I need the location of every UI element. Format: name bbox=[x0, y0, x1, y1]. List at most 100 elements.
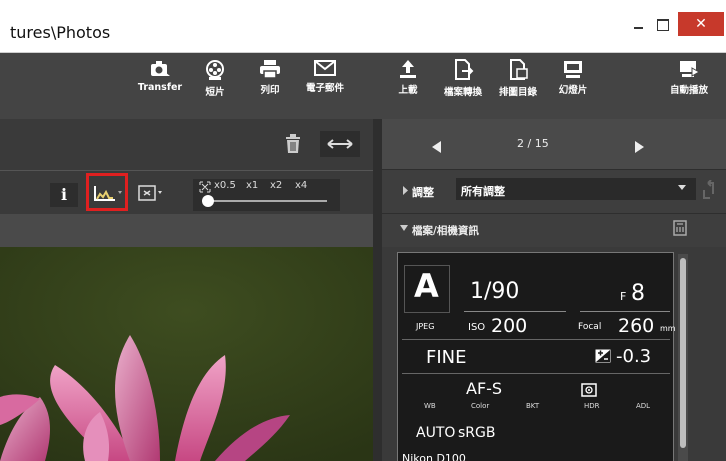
contact-sheet-button[interactable]: 排圖目錄 bbox=[492, 59, 544, 98]
viewer-toolbar-bottom: i x0.5 x1 x2 x4 bbox=[0, 170, 373, 214]
focal-label: Focal bbox=[578, 322, 602, 332]
upload-button[interactable]: 上載 bbox=[382, 59, 434, 96]
film-reel-icon bbox=[206, 60, 224, 80]
triangle-right-icon bbox=[635, 141, 644, 153]
lotus-flower-photo bbox=[0, 247, 373, 461]
autoplay-button[interactable]: 自動播放 bbox=[659, 59, 719, 96]
upload-label: 上載 bbox=[398, 85, 418, 96]
bkt-header: BKT bbox=[526, 402, 540, 410]
camera-info-display: A 1/90 F 8 JPEG ISO 200 Focal 260 mm FIN… bbox=[397, 252, 676, 461]
zoom-control: x0.5 x1 x2 x4 bbox=[193, 179, 340, 211]
adjust-dropdown-value: 所有調整 bbox=[461, 185, 505, 198]
triangle-collapse-icon bbox=[400, 225, 408, 231]
wb-header: WB bbox=[424, 402, 436, 410]
reset-arrow-icon[interactable] bbox=[700, 180, 720, 200]
autoplay-icon bbox=[680, 61, 700, 77]
slideshow-icon bbox=[564, 61, 582, 78]
hdr-header: HDR bbox=[584, 402, 600, 410]
trash-icon bbox=[286, 134, 300, 153]
chevron-down-icon bbox=[678, 185, 686, 190]
image-viewer[interactable] bbox=[0, 247, 373, 461]
adjust-dropdown[interactable]: 所有調整 bbox=[456, 178, 696, 200]
previous-image-button[interactable] bbox=[432, 138, 442, 157]
viewer-toolbar-top bbox=[0, 119, 373, 170]
next-image-button[interactable] bbox=[634, 138, 644, 157]
info-scrollbar-thumb[interactable] bbox=[680, 258, 686, 448]
transfer-button[interactable]: Transfer bbox=[134, 59, 186, 93]
info-panel-icon[interactable] bbox=[673, 220, 687, 236]
exposure-compensation: -0.3 bbox=[616, 346, 652, 367]
info-icon: i bbox=[60, 185, 68, 204]
transfer-label: Transfer bbox=[137, 82, 183, 93]
image-quality: FINE bbox=[426, 347, 467, 368]
printer-icon bbox=[260, 60, 280, 79]
focal-value: 260 bbox=[618, 315, 655, 337]
file-format: JPEG bbox=[416, 322, 435, 331]
zoom-label-2x[interactable]: x2 bbox=[270, 180, 282, 191]
histogram-button[interactable] bbox=[86, 173, 128, 211]
exposure-mode: A bbox=[414, 267, 439, 305]
color-header: Color bbox=[471, 402, 490, 410]
email-button[interactable]: 電子郵件 bbox=[299, 59, 351, 94]
main-toolbar: Transfer 短片 列印 電子郵件 上載 檔案轉換 排圖目錄 幻燈片 自動播… bbox=[0, 53, 726, 119]
print-button[interactable]: 列印 bbox=[244, 59, 296, 96]
aperture-value: 8 bbox=[631, 281, 645, 306]
af-mode: AF-S bbox=[466, 379, 503, 398]
focus-point-icon bbox=[138, 185, 162, 201]
metering-icon bbox=[581, 383, 597, 397]
slideshow-button[interactable]: 幻燈片 bbox=[547, 59, 599, 96]
exposure-compensation-icon bbox=[595, 349, 611, 363]
iso-value: 200 bbox=[491, 315, 528, 337]
focal-unit: mm bbox=[660, 324, 676, 333]
minimize-button[interactable] bbox=[628, 14, 650, 36]
autoplay-label: 自動播放 bbox=[669, 85, 708, 96]
file-info-label: 檔案/相機資訊 bbox=[412, 225, 479, 237]
camera-model: Nikon D100 bbox=[402, 452, 466, 461]
convert-label: 檔案轉換 bbox=[443, 87, 482, 98]
email-label: 電子郵件 bbox=[305, 83, 344, 94]
convert-button[interactable]: 檔案轉換 bbox=[437, 59, 489, 98]
photos-label: 短片 bbox=[205, 87, 225, 98]
camera-transfer-icon bbox=[151, 61, 170, 76]
adl-header: ADL bbox=[636, 402, 651, 410]
zoom-fit-icon bbox=[199, 181, 211, 193]
contact-sheet-icon bbox=[510, 59, 528, 80]
print-label: 列印 bbox=[260, 85, 280, 96]
image-navigation-bar: 2 / 15 bbox=[382, 119, 726, 170]
f-prefix: F bbox=[620, 290, 627, 303]
slideshow-label: 幻燈片 bbox=[558, 85, 588, 96]
maximize-button[interactable] bbox=[651, 14, 673, 36]
focus-point-button[interactable] bbox=[137, 183, 165, 207]
upload-icon bbox=[400, 60, 416, 78]
fit-width-button[interactable] bbox=[320, 131, 360, 157]
window-title: tures\Photos bbox=[10, 23, 111, 42]
title-bar: tures\Photos ✕ bbox=[0, 0, 726, 53]
close-icon: ✕ bbox=[695, 16, 707, 32]
iso-label: ISO bbox=[468, 322, 486, 333]
arrows-horizontal-icon bbox=[327, 139, 353, 149]
adjust-label[interactable]: 調整 bbox=[412, 184, 434, 200]
histogram-icon bbox=[94, 186, 122, 201]
shutter-speed: 1/90 bbox=[470, 279, 520, 304]
info-button[interactable]: i bbox=[50, 183, 78, 207]
viewer-separator bbox=[0, 214, 373, 247]
photos-button[interactable]: 短片 bbox=[189, 59, 241, 98]
white-balance: AUTO bbox=[416, 425, 456, 441]
image-counter: 2 / 15 bbox=[517, 137, 549, 150]
file-info-header[interactable]: 檔案/相機資訊 bbox=[382, 214, 726, 247]
color-space: sRGB bbox=[458, 425, 496, 441]
close-button[interactable]: ✕ bbox=[678, 12, 724, 36]
zoom-label-1x[interactable]: x1 bbox=[246, 180, 258, 191]
envelope-icon bbox=[314, 60, 336, 76]
contact-sheet-label: 排圖目錄 bbox=[498, 87, 537, 98]
file-convert-icon bbox=[455, 59, 474, 80]
zoom-label-4x[interactable]: x4 bbox=[295, 180, 307, 191]
triangle-left-icon bbox=[432, 141, 441, 153]
adjustment-row: 調整 所有調整 bbox=[382, 170, 726, 214]
panel-splitter[interactable] bbox=[373, 119, 382, 461]
triangle-expand-icon bbox=[403, 186, 408, 195]
delete-button[interactable] bbox=[284, 134, 302, 158]
zoom-label-half[interactable]: x0.5 bbox=[214, 180, 236, 191]
zoom-slider-thumb[interactable] bbox=[202, 195, 214, 207]
zoom-slider-track[interactable] bbox=[207, 200, 327, 202]
